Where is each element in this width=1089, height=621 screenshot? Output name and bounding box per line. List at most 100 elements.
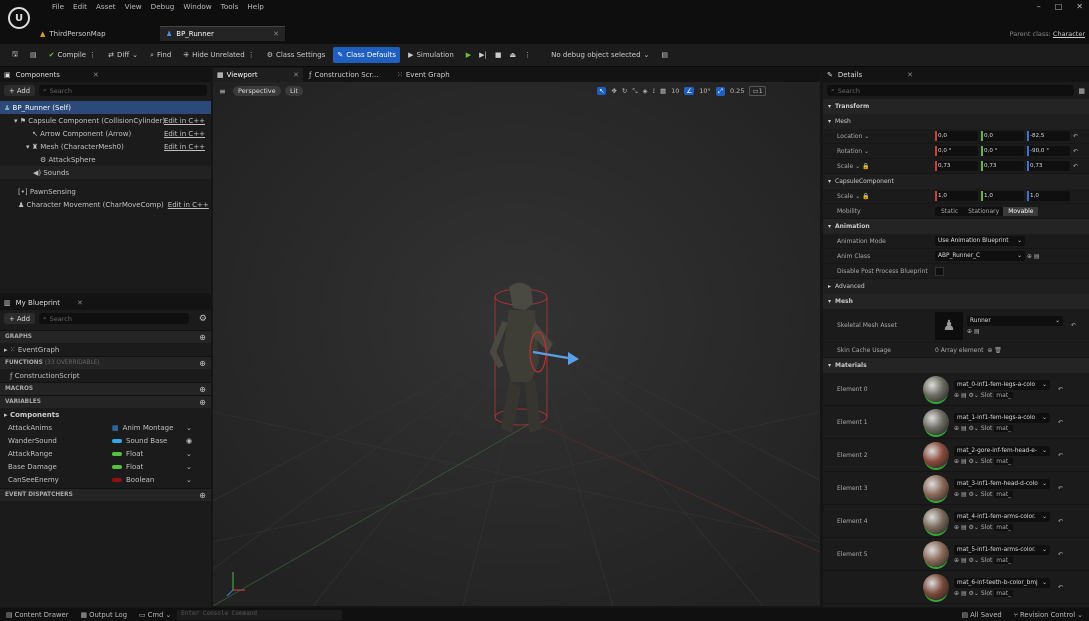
- console-input[interactable]: Enter Console Command: [177, 609, 343, 620]
- menu-edit[interactable]: Edit: [73, 2, 87, 11]
- scale-y-input[interactable]: 0,73: [981, 161, 1024, 171]
- edit-in-cpp-link[interactable]: Edit in C++: [164, 143, 205, 151]
- hide-unrelated-button[interactable]: ⁜ Hide Unrelated ⋮: [179, 47, 258, 63]
- use-selected-icon[interactable]: ⊕: [954, 590, 959, 597]
- minimize-button[interactable]: –: [1037, 2, 1041, 11]
- add-element-icon[interactable]: ⊕: [984, 347, 992, 354]
- browse-icon[interactable]: ▤: [961, 392, 967, 399]
- maximize-button[interactable]: □: [1055, 2, 1063, 11]
- lock-icon[interactable]: 🔒: [862, 163, 869, 170]
- output-log-button[interactable]: ▦ Output Log: [75, 611, 134, 619]
- add-variable-icon[interactable]: ⊕: [199, 398, 206, 407]
- chevron-down-icon[interactable]: ⌄: [186, 424, 192, 432]
- simulation-button[interactable]: ▶ Simulation: [404, 47, 458, 63]
- class-settings-button[interactable]: ⚙ Class Settings: [263, 47, 330, 63]
- close-details-icon[interactable]: ✕: [907, 71, 913, 79]
- menu-tools[interactable]: Tools: [221, 2, 239, 11]
- anim-class-select[interactable]: ABP_Runner_C ⌄: [935, 251, 1025, 261]
- component-attacksphere[interactable]: ⚙ AttackSphere: [0, 153, 211, 166]
- location-z-input[interactable]: -82,5: [1027, 131, 1070, 141]
- save-icon[interactable]: 🖫: [8, 47, 22, 63]
- section-mesh[interactable]: ▾ Mesh: [823, 294, 1089, 309]
- settings-gear-icon[interactable]: ⚙: [199, 314, 207, 324]
- chevron-down-icon[interactable]: ⌄: [186, 476, 192, 484]
- chevron-down-icon[interactable]: ⌄: [186, 450, 192, 458]
- grid-snap-icon[interactable]: ▦: [660, 87, 666, 95]
- angle-snap-value[interactable]: 10°: [699, 87, 711, 95]
- reset-icon[interactable]: ↶: [1058, 452, 1063, 459]
- browse-icon[interactable]: ▤: [974, 328, 980, 335]
- disable-pp-checkbox[interactable]: [935, 266, 944, 276]
- material-options-icon[interactable]: ⚙⌄: [969, 425, 979, 432]
- stop-icon[interactable]: ■: [495, 51, 502, 59]
- skeletal-mesh-thumbnail[interactable]: ♟: [935, 311, 963, 340]
- browse-icon[interactable]: ▤: [961, 590, 967, 597]
- tab-blueprint[interactable]: ♟ BP_Runner ✕: [160, 26, 285, 41]
- close-components-icon[interactable]: ✕: [93, 71, 99, 79]
- material-thumbnail[interactable]: [923, 508, 949, 534]
- add-member-button[interactable]: + Add: [4, 313, 36, 324]
- material-select[interactable]: mat_2-gore-inf-fem-head-e- ⌄: [954, 445, 1050, 456]
- reset-icon[interactable]: ↶: [1073, 133, 1078, 140]
- section-advanced[interactable]: ▸ Advanced: [823, 279, 1089, 294]
- component-self[interactable]: ♟ BP_Runner (Self): [0, 101, 211, 114]
- material-select[interactable]: mat_5-inf1-fem-arms-color. ⌄: [954, 544, 1050, 555]
- material-select[interactable]: mat_1-inf1-fem-legs-a-colo ⌄: [954, 412, 1050, 423]
- location-x-input[interactable]: 0,0: [935, 131, 978, 141]
- edit-in-cpp-link[interactable]: Edit in C++: [164, 130, 205, 138]
- myblueprint-search-input[interactable]: ⌕ Search: [39, 313, 190, 324]
- component-pawnsensing[interactable]: [•] PawnSensing: [0, 185, 211, 198]
- property-matrix-icon[interactable]: ▦: [1078, 87, 1085, 95]
- component-charmove[interactable]: ♟ Character Movement (CharMoveComp) Edit…: [0, 198, 211, 211]
- component-capsule[interactable]: ▾ ⚑ Capsule Component (CollisionCylinder…: [0, 114, 211, 127]
- material-thumbnail[interactable]: [923, 409, 949, 435]
- chevron-down-icon[interactable]: ⌄: [186, 463, 192, 471]
- select-tool-icon[interactable]: ↖: [597, 87, 607, 95]
- material-thumbnail[interactable]: [923, 442, 949, 468]
- reset-icon[interactable]: ↶: [1073, 148, 1078, 155]
- material-thumbnail[interactable]: [923, 541, 949, 567]
- reset-icon[interactable]: ↶: [1058, 485, 1063, 492]
- section-functions[interactable]: FUNCTIONS (33 OVERRIDABLE) ⊕: [0, 356, 211, 369]
- reset-icon[interactable]: ↶: [1058, 518, 1063, 525]
- play-controls[interactable]: ▶ ▶| ■ ⏏ ⋮: [462, 47, 535, 63]
- components-category[interactable]: ▸ Components: [0, 408, 211, 421]
- browse-icon[interactable]: ▤: [961, 557, 967, 564]
- lit-button[interactable]: Lit: [285, 86, 303, 96]
- skeletal-mesh-select[interactable]: Runner ⌄: [967, 316, 1063, 326]
- reset-icon[interactable]: ↶: [1058, 419, 1063, 426]
- material-options-icon[interactable]: ⚙⌄: [969, 458, 979, 465]
- eventgraph-item[interactable]: ▸ ⁙ EventGraph: [0, 343, 211, 356]
- tab-map[interactable]: ▲ ThirdPersonMap: [34, 26, 154, 41]
- menu-view[interactable]: View: [125, 2, 142, 11]
- revision-control-button[interactable]: ⑂ Revision Control ⌄: [1008, 611, 1089, 619]
- reset-icon[interactable]: ↶: [1058, 386, 1063, 393]
- parent-class-link[interactable]: Character: [1053, 30, 1085, 38]
- scale-x-input[interactable]: 0,73: [935, 161, 978, 171]
- material-options-icon[interactable]: ⚙⌄: [969, 557, 979, 564]
- eye-icon[interactable]: ◉: [186, 437, 192, 445]
- location-y-input[interactable]: 0,0: [981, 131, 1024, 141]
- component-sounds[interactable]: ◀) Sounds: [0, 166, 211, 179]
- step-icon[interactable]: ▶|: [479, 51, 487, 59]
- compile-button[interactable]: ✔ Compile ⋮: [45, 47, 101, 63]
- browse-icon[interactable]: ▤: [961, 491, 967, 498]
- rotation-x-input[interactable]: 0,0 °: [935, 146, 978, 156]
- component-arrow[interactable]: ↖ Arrow Component (Arrow) Edit in C++: [0, 127, 211, 140]
- close-tab-icon[interactable]: ✕: [273, 30, 279, 38]
- material-options-icon[interactable]: ⚙⌄: [969, 524, 979, 531]
- variable-row[interactable]: WanderSound Sound Base ◉: [0, 434, 211, 447]
- use-selected-icon[interactable]: ⊕: [954, 392, 959, 399]
- mobility-static[interactable]: Static: [935, 207, 964, 216]
- find-button[interactable]: ⌕ Find: [146, 47, 175, 63]
- section-event-dispatchers[interactable]: EVENT DISPATCHERS ⊕: [0, 488, 211, 501]
- edit-in-cpp-link[interactable]: Edit in C++: [164, 117, 205, 125]
- angle-snap-icon[interactable]: ∠: [684, 87, 695, 95]
- use-selected-icon[interactable]: ⊕: [954, 491, 959, 498]
- menu-file[interactable]: File: [52, 2, 64, 11]
- rotate-tool-icon[interactable]: ↻: [622, 87, 627, 95]
- world-local-icon[interactable]: ◈: [643, 87, 648, 95]
- eject-icon[interactable]: ⏏: [510, 51, 517, 59]
- details-search-input[interactable]: ⌕ Search: [827, 85, 1075, 96]
- reset-icon[interactable]: ↶: [1058, 584, 1063, 591]
